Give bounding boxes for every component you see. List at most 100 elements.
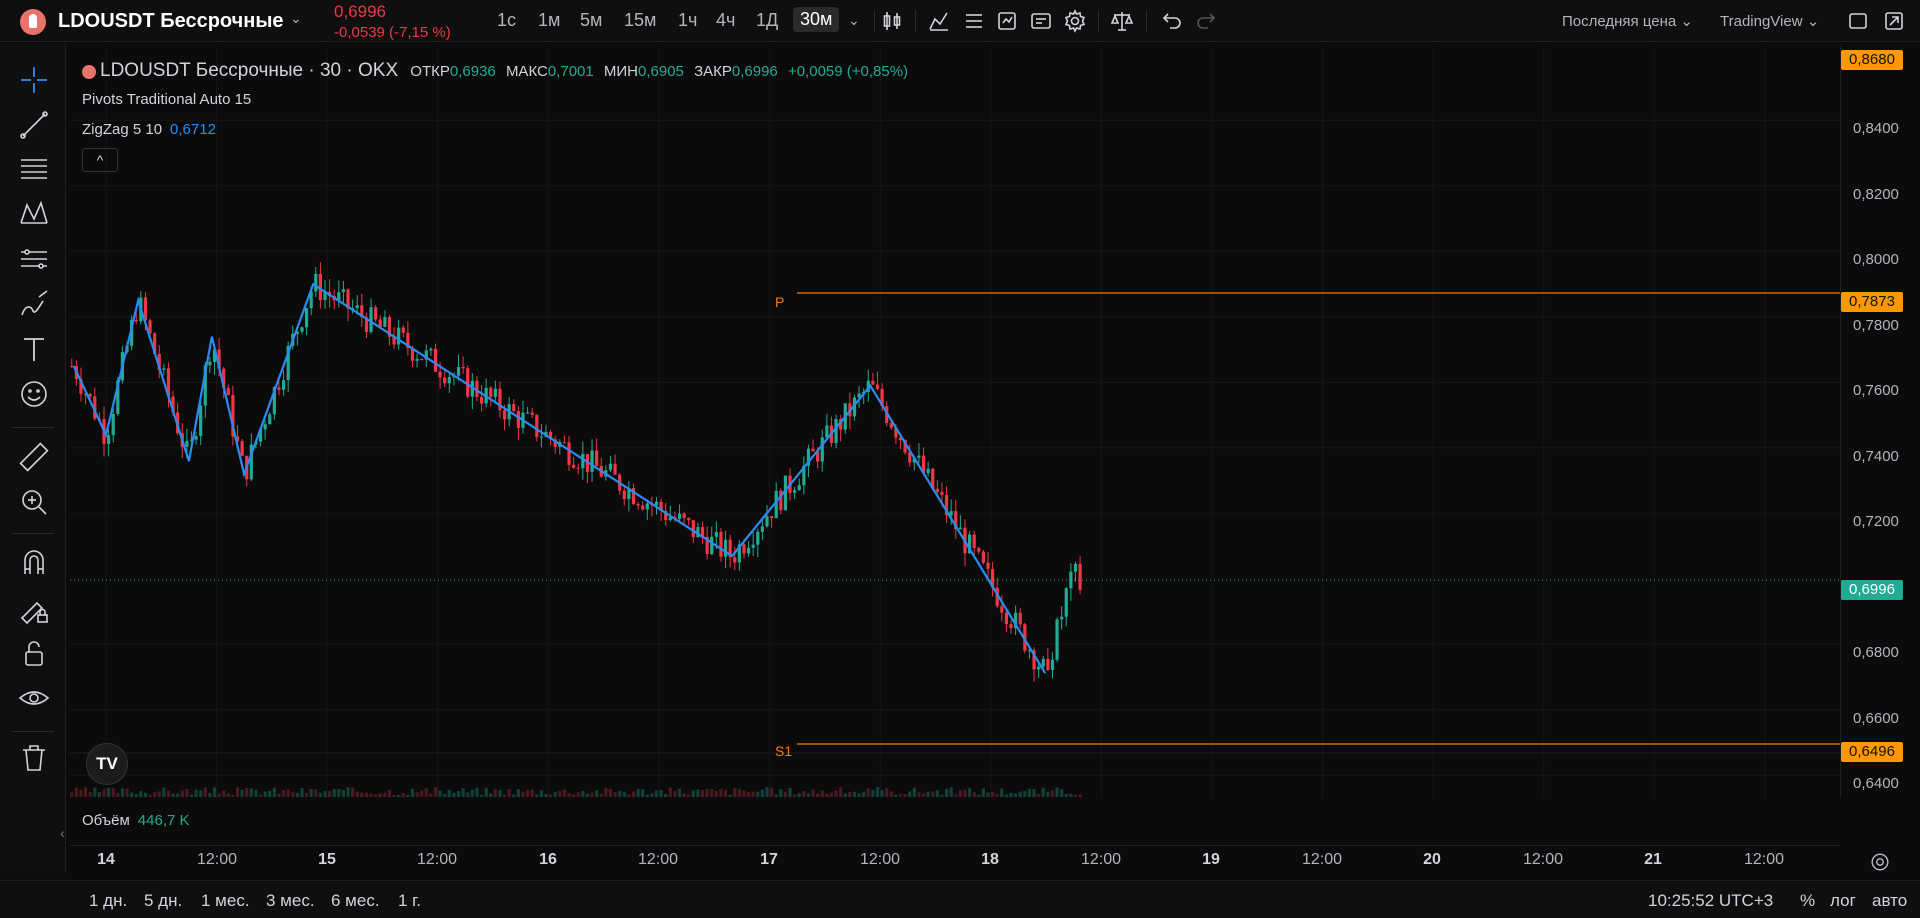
chevron-left-icon[interactable]: ‹ — [60, 825, 65, 841]
symbol-name[interactable]: LDOUSDT Бессрочные — [58, 10, 284, 33]
legend-symbol[interactable]: LDOUSDT Бессрочные · 30 · OKX — [100, 60, 398, 81]
templates-icon[interactable] — [962, 9, 986, 33]
volume-bar — [291, 792, 295, 797]
pivots-legend[interactable]: Pivots Traditional Auto 15 — [82, 91, 251, 108]
volume-bar — [143, 792, 148, 797]
volume-bar — [825, 793, 829, 797]
zigzag-legend[interactable]: ZigZag 5 10 0,6712 — [82, 121, 216, 138]
volume-bar — [452, 792, 456, 797]
brush-icon[interactable] — [17, 287, 51, 321]
snapshot-icon[interactable] — [1882, 9, 1906, 33]
timeframe-15m[interactable]: 15м — [624, 10, 656, 31]
range-1d[interactable]: 1 дн. — [89, 891, 127, 911]
volume-bar — [871, 789, 875, 797]
volume-bar — [562, 789, 567, 797]
ruler-icon[interactable] — [17, 440, 51, 474]
candle-up — [756, 531, 760, 545]
volume-bar — [180, 790, 184, 797]
volume-bar — [139, 790, 143, 797]
timeframe-4h[interactable]: 4ч — [716, 10, 735, 31]
range-5d[interactable]: 5 дн. — [144, 891, 182, 911]
candle-up — [958, 527, 962, 530]
volume-bar — [420, 790, 424, 797]
provider-select[interactable]: TradingView ⌄ — [1720, 12, 1819, 30]
volume-bar — [328, 791, 332, 797]
volume-bar — [323, 791, 327, 797]
undo-icon[interactable] — [1160, 9, 1184, 33]
alert-icon[interactable] — [995, 9, 1019, 33]
volume-bar — [332, 789, 336, 797]
volume-legend[interactable]: Объём 446,7 K — [82, 812, 190, 829]
price-tick: 0,8400 — [1853, 120, 1899, 137]
lock-draw-icon[interactable] — [17, 591, 51, 625]
auto-toggle[interactable]: авто — [1872, 891, 1907, 911]
trendline-icon[interactable] — [17, 108, 51, 142]
timeframe-5m[interactable]: 5м — [580, 10, 602, 31]
price-axis[interactable] — [1840, 46, 1920, 798]
legend-collapse-button[interactable]: ^ — [82, 148, 118, 172]
volume-bar — [806, 793, 811, 797]
clock[interactable]: 10:25:52 UTC+3 — [1648, 891, 1773, 911]
replay-icon[interactable] — [1029, 9, 1053, 33]
gear-icon[interactable] — [1063, 9, 1087, 33]
emoji-icon[interactable] — [17, 377, 51, 411]
pattern-icon[interactable] — [17, 197, 51, 231]
volume-bar — [1050, 790, 1055, 797]
price-tick: 0,7200 — [1853, 513, 1899, 530]
volume-bar — [1037, 793, 1041, 797]
volume-bar — [258, 794, 263, 797]
fib-icon[interactable] — [17, 152, 51, 186]
crosshair-icon[interactable] — [17, 63, 51, 97]
prediction-icon[interactable] — [17, 242, 51, 276]
volume-bar — [599, 793, 603, 797]
candle-down — [986, 562, 990, 569]
candle-up — [107, 435, 111, 444]
timeframe-1d[interactable]: 1Д — [756, 10, 778, 31]
candles-icon[interactable] — [880, 9, 904, 33]
range-1y[interactable]: 1 г. — [398, 891, 421, 911]
candle-down — [811, 448, 815, 452]
redo-icon[interactable] — [1194, 9, 1218, 33]
axis-settings-icon[interactable] — [1869, 851, 1891, 873]
log-toggle[interactable]: лог — [1830, 891, 1856, 911]
candle-down — [277, 387, 281, 390]
candle-up — [493, 388, 497, 397]
compare-scales-icon[interactable] — [1110, 9, 1134, 33]
range-3m[interactable]: 3 мес. — [266, 891, 315, 911]
timeframe-1h[interactable]: 1ч — [678, 10, 697, 31]
volume-bar — [93, 787, 97, 797]
unlock-icon[interactable] — [17, 636, 51, 670]
magnet-icon[interactable] — [17, 546, 51, 580]
volume-bar — [240, 789, 244, 797]
volume-bar — [995, 793, 999, 797]
price-chart[interactable] — [70, 46, 1840, 798]
chart-pane[interactable] — [70, 46, 1840, 798]
legend-open: 0,6936 — [449, 63, 496, 80]
candle-up — [456, 367, 461, 376]
eye-icon[interactable] — [17, 681, 51, 715]
tradingview-logo[interactable]: TV — [86, 743, 128, 785]
indicators-icon[interactable] — [927, 9, 951, 33]
timeframe-1s[interactable]: 1с — [497, 10, 516, 31]
current-price: 0,6996 — [334, 2, 386, 21]
volume-bar — [498, 790, 502, 797]
volume-bar — [816, 793, 820, 797]
trash-icon[interactable] — [17, 741, 51, 775]
range-6m[interactable]: 6 мес. — [331, 891, 380, 911]
chevron-down-icon[interactable]: ⌄ — [290, 10, 302, 27]
timeframe-chevron-icon[interactable]: ⌄ — [848, 12, 860, 29]
range-1m[interactable]: 1 мес. — [201, 891, 250, 911]
percent-toggle[interactable]: % — [1800, 891, 1815, 911]
volume-bar — [866, 788, 870, 797]
timeframe-30m-active[interactable]: 30м — [793, 7, 840, 32]
volume-bar — [673, 790, 677, 797]
volume-bar — [645, 794, 649, 797]
price-type-select[interactable]: Последняя цена ⌄ — [1562, 12, 1693, 30]
zoom-icon[interactable] — [17, 485, 51, 519]
candle-down — [940, 491, 944, 495]
volume-bar — [295, 793, 299, 797]
fullscreen-icon[interactable] — [1846, 9, 1870, 33]
timeframe-1m[interactable]: 1м — [538, 10, 560, 31]
volume-bar — [802, 791, 806, 797]
text-icon[interactable] — [17, 332, 51, 366]
